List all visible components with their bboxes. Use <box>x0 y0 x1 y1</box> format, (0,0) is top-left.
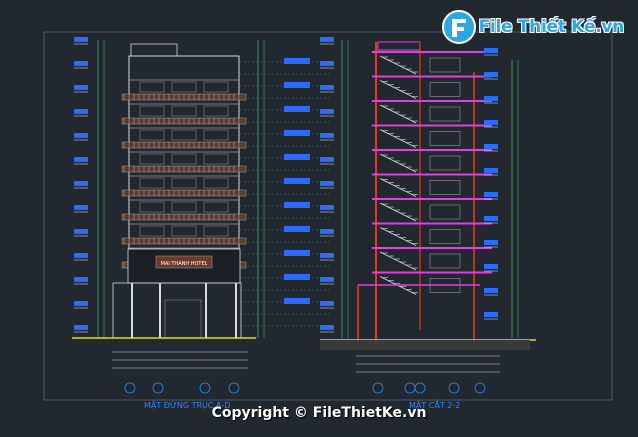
filethietke-logo[interactable]: File Thiết Kế.vn <box>441 8 624 46</box>
hotel-sign: MAI THANH HOTEL <box>161 261 208 267</box>
logo-badge-icon <box>441 10 476 44</box>
logo-text: File Thiết Kế.vn <box>478 17 625 37</box>
right-level-tags <box>484 48 498 320</box>
left-level-tags <box>74 37 88 333</box>
middle-level-tags <box>284 37 334 333</box>
left-floor-bands <box>121 61 330 327</box>
left-elevation: MAI THANH HOTEL <box>72 37 330 394</box>
copyright-watermark: Copyright © FileThietKe.vn <box>211 405 427 421</box>
right-section <box>320 41 536 394</box>
cad-drawing-canvas: MAI THANH HOTEL <box>43 31 613 401</box>
